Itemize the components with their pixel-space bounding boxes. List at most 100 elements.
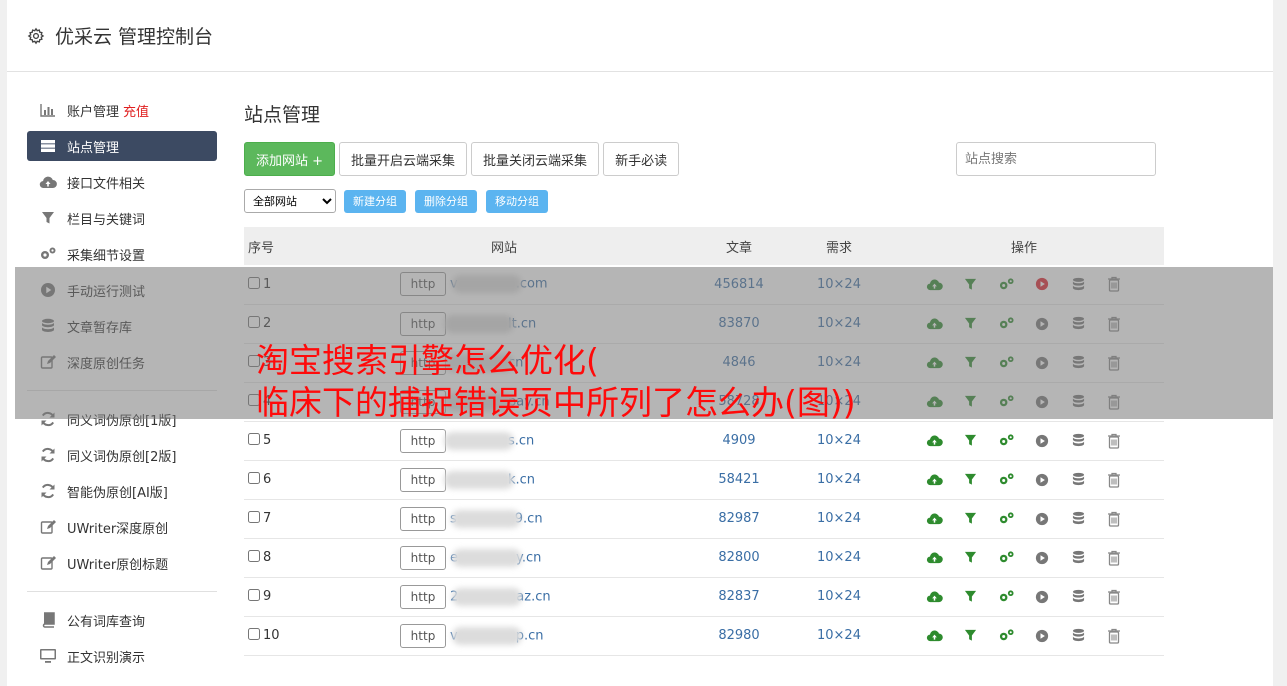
filter-icon[interactable] [961, 471, 979, 489]
row-no-cell: 10 [244, 616, 324, 656]
row-no-cell: 5 [244, 421, 324, 461]
site-domain-link[interactable]: ey.cn [450, 548, 541, 567]
article-count: 4909 [684, 421, 794, 461]
row-checkbox[interactable] [248, 628, 260, 640]
demand-value: 10×24 [794, 577, 884, 617]
site-domain-link[interactable]: vp.cn [450, 626, 543, 645]
database-icon[interactable] [1069, 588, 1087, 606]
guide-button[interactable]: 新手必读 [603, 142, 680, 176]
sidebar-item[interactable]: UWriter原创标题 [27, 545, 217, 581]
protocol-badge: http [400, 623, 446, 648]
gears-icon[interactable] [997, 471, 1015, 489]
sidebar-item[interactable]: 栏目与关键词 [27, 200, 217, 236]
trash-icon[interactable] [1105, 549, 1123, 567]
row-checkbox[interactable] [248, 433, 260, 445]
col-demand: 需求 [825, 240, 852, 256]
demand-value: 10×24 [794, 421, 884, 461]
delete-group-button[interactable]: 删除分组 [415, 189, 477, 213]
database-icon[interactable] [1069, 471, 1087, 489]
sidebar-item-label: 账户管理 [67, 104, 120, 120]
trash-icon[interactable] [1105, 432, 1123, 450]
batch-open-button[interactable]: 批量开启云端采集 [339, 142, 468, 176]
play-circle-icon[interactable] [1033, 510, 1051, 528]
row-checkbox[interactable] [248, 550, 260, 562]
batch-close-button[interactable]: 批量关闭云端采集 [471, 142, 600, 176]
move-group-button[interactable]: 移动分组 [486, 189, 548, 213]
article-count: 58421 [684, 460, 794, 500]
table-row: 7https9.cn8298710×24 [244, 499, 1164, 539]
recharge-badge[interactable]: 充值 [123, 101, 149, 120]
cloud-upload-icon[interactable] [925, 588, 943, 606]
redacted-blur [452, 548, 522, 567]
gears-icon[interactable] [997, 627, 1015, 645]
sidebar-item[interactable]: 同义词伪原创[2版] [27, 437, 217, 473]
row-checkbox[interactable] [248, 472, 260, 484]
play-circle-icon[interactable] [1033, 588, 1051, 606]
site-cell: https9.cn [324, 499, 684, 539]
sidebar-item[interactable]: 接口文件相关 [27, 164, 217, 200]
sidebar-item[interactable]: 智能伪原创[AI版] [27, 473, 217, 509]
sidebar-item-label: 栏目与关键词 [67, 212, 146, 228]
article-count: 82837 [684, 577, 794, 617]
cloud-upload-icon[interactable] [925, 549, 943, 567]
cloud-upload-icon[interactable] [925, 471, 943, 489]
site-search-input[interactable] [956, 142, 1156, 176]
cloud-upload-icon[interactable] [925, 432, 943, 450]
ops-cell [884, 460, 1164, 500]
trash-icon[interactable] [1105, 471, 1123, 489]
redacted-blur [452, 587, 523, 606]
filter-icon[interactable] [961, 588, 979, 606]
monitor-icon [39, 647, 57, 665]
new-group-button[interactable]: 新建分组 [344, 189, 406, 213]
row-no-cell: 9 [244, 577, 324, 617]
redacted-blur [450, 509, 521, 528]
add-site-button[interactable]: 添加网站 + [244, 142, 336, 176]
article-count: 82980 [684, 616, 794, 656]
col-articles: 文章 [725, 240, 752, 256]
gears-icon[interactable] [997, 510, 1015, 528]
gears-icon[interactable] [997, 432, 1015, 450]
gears-icon[interactable] [997, 588, 1015, 606]
trash-icon[interactable] [1105, 510, 1123, 528]
sidebar-item[interactable]: 站点管理 [27, 131, 217, 161]
row-checkbox[interactable] [248, 589, 260, 601]
book-icon [39, 611, 57, 629]
sidebar-item[interactable]: 公有词库查询 [27, 602, 217, 638]
play-circle-icon[interactable] [1033, 432, 1051, 450]
cloud-upload-icon[interactable] [925, 627, 943, 645]
database-icon[interactable] [1069, 432, 1087, 450]
database-icon[interactable] [1069, 549, 1087, 567]
site-domain-link[interactable]: s.cn [444, 431, 534, 450]
site-domain-link[interactable]: k.cn [444, 470, 535, 489]
sidebar-item[interactable]: 正文识别演示 [27, 638, 217, 674]
table-row: 10httpvp.cn8298010×24 [244, 616, 1164, 656]
row-checkbox[interactable] [248, 511, 260, 523]
redacted-blur [451, 626, 522, 645]
gears-icon[interactable] [997, 549, 1015, 567]
redacted-blur [444, 431, 514, 450]
row-no-cell: 6 [244, 460, 324, 500]
play-circle-icon[interactable] [1033, 549, 1051, 567]
filter-icon[interactable] [961, 510, 979, 528]
site-domain-link[interactable]: s9.cn [450, 509, 543, 528]
database-icon[interactable] [1069, 510, 1087, 528]
play-circle-icon[interactable] [1033, 627, 1051, 645]
row-number: 5 [263, 433, 272, 448]
cloud-upload-icon[interactable] [925, 510, 943, 528]
group-select[interactable]: 全部网站 [244, 189, 336, 213]
filter-icon[interactable] [961, 549, 979, 567]
cloud-upload-icon [39, 173, 57, 191]
sidebar-item[interactable]: UWriter深度原创 [27, 509, 217, 545]
site-domain-link[interactable]: 2az.cn [450, 587, 551, 606]
play-circle-icon[interactable] [1033, 471, 1051, 489]
trash-icon[interactable] [1105, 588, 1123, 606]
sidebar-item[interactable]: 账户管理 充值 [27, 92, 217, 128]
sidebar-item-label: 接口文件相关 [67, 176, 146, 192]
database-icon[interactable] [1069, 627, 1087, 645]
site-cell: http2az.cn [324, 577, 684, 617]
filter-icon[interactable] [961, 627, 979, 645]
filter-icon[interactable] [961, 432, 979, 450]
app-header: 优采云 管理控制台 [7, 0, 1273, 72]
row-number: 9 [263, 589, 272, 604]
trash-icon[interactable] [1105, 627, 1123, 645]
